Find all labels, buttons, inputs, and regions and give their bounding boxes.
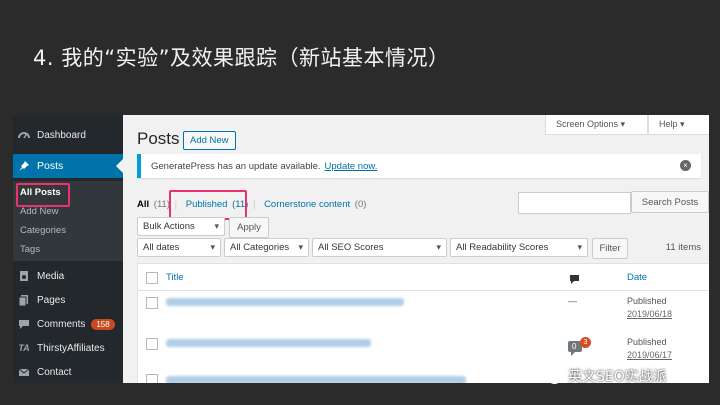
wechat-icon	[540, 368, 562, 384]
table-header: Title Date	[138, 264, 709, 291]
sidebar-item-contact[interactable]: Contact	[13, 360, 123, 383]
sidebar-item-pages[interactable]: Pages	[13, 288, 123, 312]
sidebar-item-label: Comments	[37, 318, 86, 330]
readability-filter-select[interactable]: All Readability Scores	[450, 238, 588, 257]
bulk-actions-select[interactable]: Bulk Actions	[137, 217, 225, 236]
page-title: Posts	[137, 129, 180, 148]
admin-sidebar: Dashboard Posts All Posts Add New Catego…	[13, 115, 123, 383]
apply-button[interactable]: Apply	[229, 217, 269, 238]
search-input[interactable]	[518, 192, 631, 214]
row-date-cell: Published 2019/06/17	[627, 336, 672, 362]
row-checkbox[interactable]	[146, 374, 158, 383]
dashboard-icon	[17, 128, 31, 142]
screen-options-button[interactable]: Screen Options ▾	[545, 115, 648, 135]
watermark: 英文SEO实战派	[540, 366, 667, 386]
view-separator: |	[252, 199, 256, 210]
close-circle-icon[interactable]: ×	[680, 160, 691, 171]
submenu-categories[interactable]: Categories	[20, 225, 66, 236]
submenu-tags[interactable]: Tags	[20, 244, 40, 255]
seo-scores-filter-select[interactable]: All SEO Scores	[312, 238, 447, 257]
pushpin-icon	[17, 159, 31, 173]
sidebar-item-label: Contact	[37, 366, 72, 378]
row-comment-count: —	[568, 296, 577, 306]
row-date: 2019/06/17	[627, 350, 673, 360]
pending-comments-badge[interactable]: 3	[580, 337, 591, 348]
column-date[interactable]: Date	[627, 272, 647, 283]
published-highlight-box	[169, 190, 247, 220]
row-comment-count: 0	[572, 342, 577, 351]
comment-bubble-icon[interactable]	[569, 272, 580, 290]
update-notice: GeneratePress has an update available. U…	[137, 154, 701, 178]
sidebar-item-comments[interactable]: Comments 158	[13, 312, 123, 336]
sidebar-item-posts[interactable]: Posts	[13, 154, 123, 178]
row-date-cell: Published 2019/06/18	[627, 295, 672, 321]
media-icon	[17, 269, 31, 283]
main-content: Screen Options ▾ Help ▾ Posts Add New Ge…	[123, 115, 709, 383]
blurred-post-title[interactable]	[166, 298, 404, 306]
wp-admin-screenshot: Dashboard Posts All Posts Add New Catego…	[13, 115, 709, 383]
envelope-icon	[17, 365, 31, 379]
help-button[interactable]: Help ▾	[648, 115, 709, 135]
sidebar-item-dashboard[interactable]: Dashboard	[13, 123, 123, 147]
notice-text: GeneratePress has an update available.	[151, 160, 321, 172]
sidebar-item-label: Posts	[37, 160, 64, 172]
sidebar-item-thirstyaffiliates[interactable]: TA ThirstyAffiliates	[13, 336, 123, 360]
watermark-text: 英文SEO实战派	[568, 369, 667, 385]
ta-icon: TA	[18, 343, 30, 353]
row-status: Published	[627, 296, 667, 306]
slide-title: 4. 我的“实验”及效果跟踪（新站基本情况）	[33, 46, 450, 70]
posts-table: Title Date — Published 2019/06/18 0 3 Pu…	[137, 263, 709, 383]
blurred-post-title[interactable]	[166, 339, 371, 347]
sidebar-item-label: Media	[37, 270, 65, 282]
view-cornerstone[interactable]: Cornerstone content	[264, 199, 350, 210]
column-title[interactable]: Title	[166, 272, 184, 283]
view-all[interactable]: All	[137, 199, 149, 210]
update-now-link[interactable]: Update now.	[325, 161, 378, 172]
view-all-count: (11)	[153, 199, 170, 210]
row-date: 2019/06/18	[627, 309, 673, 319]
filter-button[interactable]: Filter	[592, 238, 628, 259]
items-count: 11 items	[665, 242, 701, 253]
submenu-add-new[interactable]: Add New	[20, 206, 59, 217]
view-cornerstone-count: (0)	[354, 199, 367, 210]
blurred-post-title[interactable]	[166, 376, 466, 383]
all-posts-highlight-box	[16, 183, 70, 207]
sidebar-item-label: Dashboard	[37, 129, 86, 141]
sidebar-item-label: ThirstyAffiliates	[37, 342, 105, 354]
pages-icon	[17, 293, 31, 307]
categories-filter-select[interactable]: All Categories	[224, 238, 309, 257]
sidebar-item-media[interactable]: Media	[13, 264, 123, 288]
add-new-button[interactable]: Add New	[183, 131, 236, 150]
row-status: Published	[627, 337, 667, 347]
row-checkbox[interactable]	[146, 338, 158, 350]
dates-filter-select[interactable]: All dates	[137, 238, 221, 257]
select-all-checkbox[interactable]	[146, 272, 158, 284]
comments-count-badge: 158	[91, 318, 115, 330]
comments-icon	[17, 317, 31, 331]
sidebar-item-label: Pages	[37, 294, 66, 306]
search-posts-button[interactable]: Search Posts	[631, 191, 709, 213]
row-checkbox[interactable]	[146, 297, 158, 309]
